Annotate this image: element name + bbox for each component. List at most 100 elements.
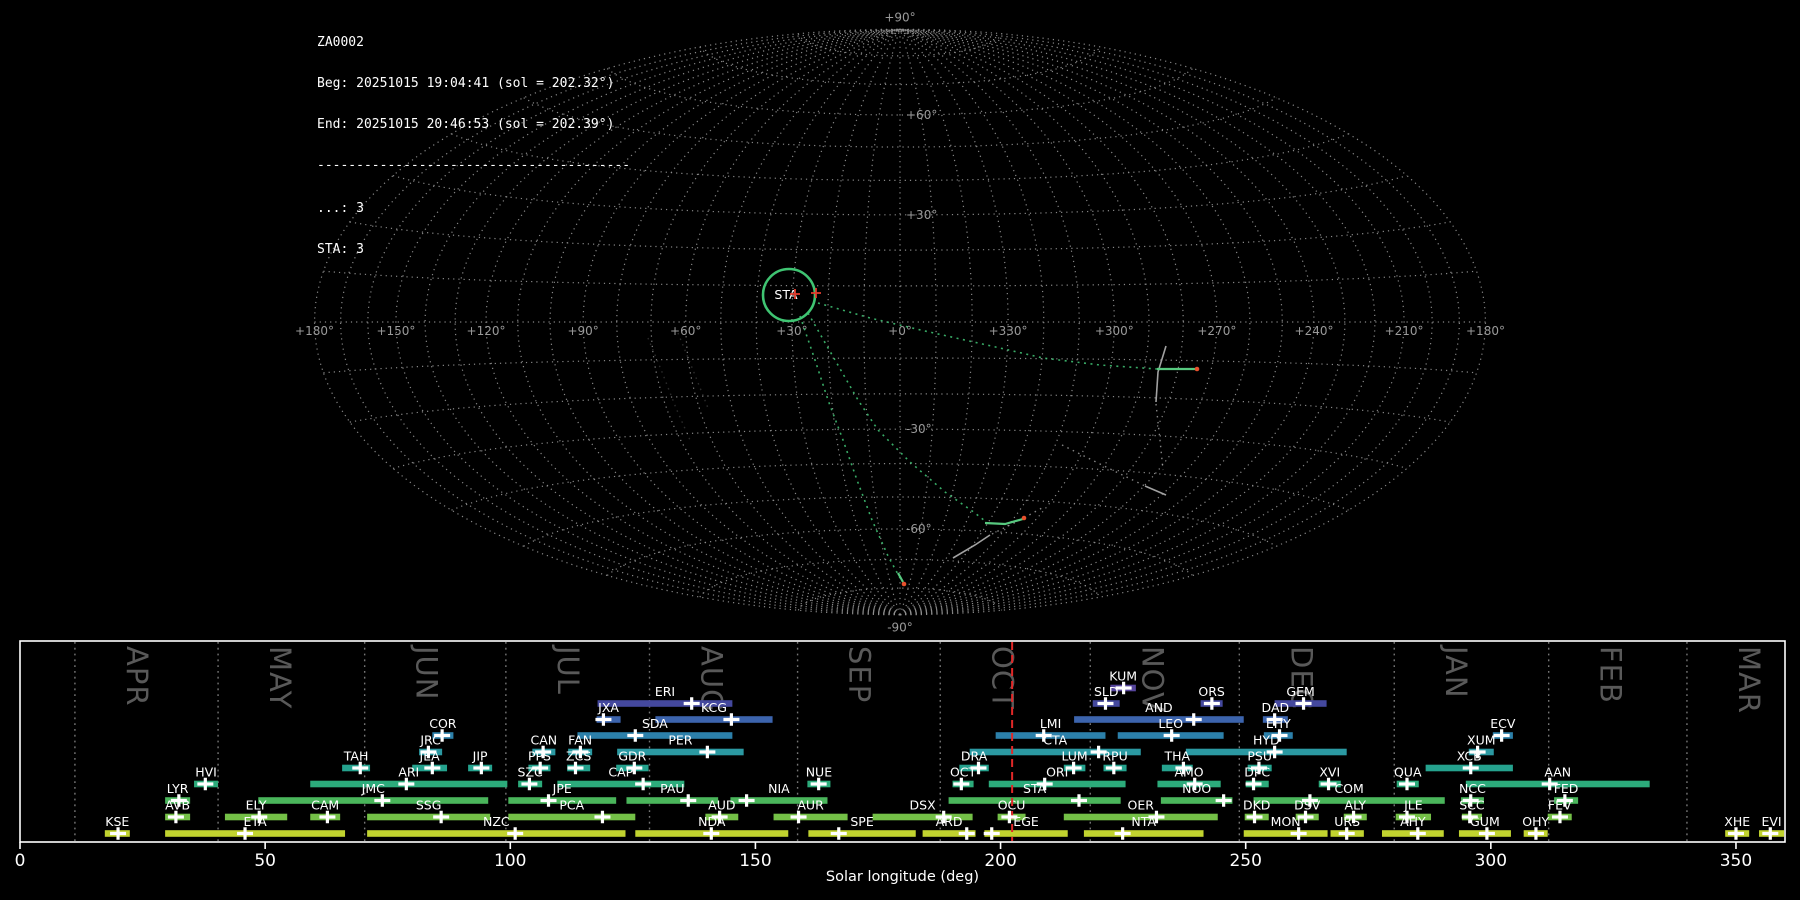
- shower-code-label: SSG: [416, 798, 442, 813]
- peak-cross-marker: [541, 794, 557, 806]
- peak-cross-marker: [984, 827, 1000, 839]
- shower-activity-bar: [367, 814, 490, 821]
- shower-code-label: DRA: [961, 749, 988, 764]
- shower-code-label: ORI: [1046, 765, 1068, 780]
- peak-cross-marker: [1410, 827, 1426, 839]
- meridian-gridline: [900, 29, 1345, 614]
- peak-cross-marker: [680, 794, 696, 806]
- meridian-gridline: [900, 29, 1183, 614]
- longitude-label: +300°: [1095, 324, 1134, 338]
- parallel-gridline: [607, 69, 1192, 116]
- shower-code-label: ECV: [1490, 716, 1516, 731]
- shower-code-label: SDA: [642, 716, 668, 731]
- shower-code-label: COM: [1334, 781, 1363, 796]
- month-label: FEB: [1594, 646, 1628, 704]
- peak-cross-marker: [811, 778, 827, 790]
- peak-cross-marker: [1216, 794, 1232, 806]
- meteor-endpoint-dot: [1022, 516, 1027, 521]
- peak-cross-marker: [595, 713, 611, 725]
- shower-code-label: KCG: [701, 700, 727, 715]
- radiant-fit-cross: [811, 288, 821, 298]
- pole-label: +90°: [884, 10, 915, 24]
- longitude-label: +330°: [989, 324, 1028, 338]
- longitude-label: +60°: [670, 324, 701, 338]
- separator-line: ----------------------------------------: [317, 159, 630, 173]
- axis-tick-label: 300: [1475, 851, 1507, 871]
- shower-code-label: AUR: [797, 798, 824, 813]
- meridian-gridline: [900, 29, 1314, 614]
- peak-cross-marker: [739, 794, 755, 806]
- shower-code-label: KUM: [1109, 669, 1137, 684]
- peak-cross-marker: [110, 827, 126, 839]
- sporadic-meteor-trail-backtrack: [1156, 404, 1163, 470]
- parallel-gridline: [350, 394, 1450, 422]
- shower-code-label: JLE: [1403, 798, 1423, 813]
- peak-cross-marker: [594, 811, 610, 823]
- latitude-label: +30°: [906, 208, 937, 222]
- shower-code-label: CAM: [311, 798, 339, 813]
- peak-cross-marker: [635, 778, 651, 790]
- peak-cross-marker: [1097, 697, 1113, 709]
- longitude-label: +150°: [376, 324, 415, 338]
- shower-code-label: LMI: [1040, 716, 1061, 731]
- shower-activity-bar: [949, 797, 1121, 804]
- peak-cross-marker: [567, 762, 583, 774]
- faint-meteor-trail: [648, 338, 690, 440]
- shower-meteor-trail-backtrack: [808, 313, 985, 521]
- peak-cross-marker: [473, 762, 489, 774]
- axis-tick-label: 50: [254, 851, 276, 871]
- axis-tick-label: 200: [984, 851, 1016, 871]
- latitude-label: +60°: [906, 108, 937, 122]
- peak-cross-marker: [197, 778, 213, 790]
- peak-cross-marker: [1762, 827, 1778, 839]
- peak-cross-marker: [1164, 729, 1180, 741]
- shower-code-label: EVI: [1761, 814, 1781, 829]
- shower-activity-bar: [655, 716, 772, 723]
- shower-code-label: FAN: [568, 733, 592, 748]
- shower-activity-bar: [1084, 830, 1204, 837]
- shower-meteor-trail: [985, 519, 1023, 524]
- shower-code-label: PER: [668, 733, 692, 748]
- meridian-gridline: [828, 29, 900, 614]
- end-time-line: End: 20251015 20:46:53 (sol = 202.39°): [317, 118, 630, 132]
- sporadic-meteor-trail: [953, 535, 990, 558]
- count-unidentified: ...: 3: [317, 202, 630, 216]
- longitude-label: +240°: [1295, 324, 1334, 338]
- parallel-gridline: [393, 429, 1407, 468]
- shower-code-label: PAU: [660, 781, 684, 796]
- peak-cross-marker: [1494, 729, 1510, 741]
- longitude-label: +180°: [295, 324, 334, 338]
- sporadic-meteor-trail: [1145, 486, 1166, 495]
- month-label: OCT: [985, 646, 1019, 710]
- meridian-gridline: [900, 29, 1250, 614]
- month-label: JAN: [1439, 644, 1473, 699]
- shower-code-label: JXA: [597, 700, 619, 715]
- shower-code-label: LYR: [167, 781, 189, 796]
- longitude-label: +120°: [467, 324, 506, 338]
- peak-cross-marker: [627, 729, 643, 741]
- peak-cross-marker: [168, 811, 184, 823]
- x-axis-title: Solar longitude (deg): [826, 869, 979, 885]
- shower-code-label: CAN: [531, 733, 558, 748]
- shower-code-label: JMC: [361, 781, 385, 796]
- meteor-endpoint-dot: [1195, 367, 1200, 372]
- shower-code-label: OER: [1128, 798, 1155, 813]
- peak-cross-marker: [1204, 697, 1220, 709]
- shower-code-label: SLD: [1094, 684, 1119, 699]
- shower-code-label: DSX: [910, 798, 937, 813]
- peak-cross-marker: [1728, 827, 1744, 839]
- peak-cross-marker: [953, 778, 969, 790]
- peak-cross-marker: [319, 811, 335, 823]
- peak-cross-marker: [959, 827, 975, 839]
- shower-code-label: JPE: [552, 781, 572, 796]
- peak-cross-marker: [1186, 713, 1202, 725]
- shower-activity-bar: [808, 830, 915, 837]
- latitude-label: -60°: [906, 522, 932, 536]
- month-label: SEP: [843, 646, 877, 703]
- peak-cross-marker: [1552, 811, 1568, 823]
- axis-tick-label: 0: [15, 851, 26, 871]
- peak-cross-marker: [1247, 811, 1263, 823]
- shower-activity-bar: [367, 830, 625, 837]
- shower-code-label: COR: [429, 716, 457, 731]
- shower-code-label: XVI: [1319, 765, 1340, 780]
